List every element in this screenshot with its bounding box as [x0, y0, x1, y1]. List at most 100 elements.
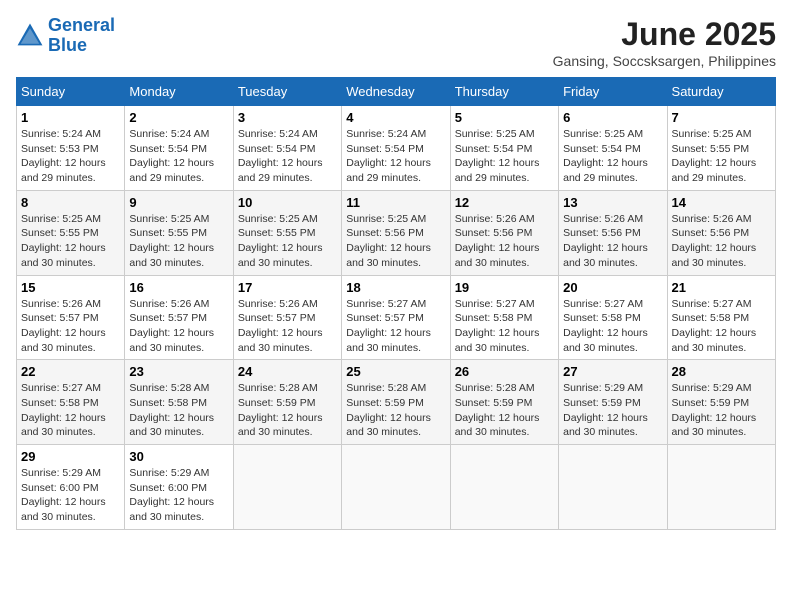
- day-info: Sunrise: 5:26 AM Sunset: 5:57 PM Dayligh…: [129, 297, 228, 356]
- day-info: Sunrise: 5:26 AM Sunset: 5:57 PM Dayligh…: [238, 297, 337, 356]
- calendar-day-19: 19Sunrise: 5:27 AM Sunset: 5:58 PM Dayli…: [450, 275, 558, 360]
- month-title: June 2025: [553, 16, 776, 53]
- day-info: Sunrise: 5:29 AM Sunset: 5:59 PM Dayligh…: [672, 381, 771, 440]
- day-info: Sunrise: 5:25 AM Sunset: 5:55 PM Dayligh…: [672, 127, 771, 186]
- day-number: 17: [238, 280, 337, 295]
- calendar-day-5: 5 Sunrise: 5:25 AM Sunset: 5:54 PM Daylig…: [450, 106, 558, 191]
- day-number: 5: [455, 110, 554, 125]
- day-number: 7: [672, 110, 771, 125]
- day-info: Sunrise: 5:26 AM Sunset: 5:57 PM Dayligh…: [21, 297, 120, 356]
- calendar-day-30: 30 Sunrise: 5:29 AM Sunset: 6:00 PM Dayli…: [125, 445, 233, 530]
- day-info: Sunrise: 5:25 AM Sunset: 5:54 PM Dayligh…: [455, 127, 554, 186]
- calendar-day-28: 28 Sunrise: 5:29 AM Sunset: 5:59 PM Dayli…: [667, 360, 775, 445]
- empty-cell: [233, 445, 341, 530]
- calendar-day-6: 6 Sunrise: 5:25 AM Sunset: 5:54 PM Daylig…: [559, 106, 667, 191]
- day-number: 27: [563, 364, 662, 379]
- day-number: 12: [455, 195, 554, 210]
- day-number: 6: [563, 110, 662, 125]
- calendar-day-24: 24 Sunrise: 5:28 AM Sunset: 5:59 PM Dayli…: [233, 360, 341, 445]
- column-header-tuesday: Tuesday: [233, 78, 341, 106]
- calendar-day-1: 1 Sunrise: 5:24 AM Sunset: 5:53 PM Daylig…: [17, 106, 125, 191]
- day-info: Sunrise: 5:24 AM Sunset: 5:53 PM Dayligh…: [21, 127, 120, 186]
- day-number: 28: [672, 364, 771, 379]
- day-number: 24: [238, 364, 337, 379]
- day-info: Sunrise: 5:26 AM Sunset: 5:56 PM Dayligh…: [455, 212, 554, 271]
- day-number: 18: [346, 280, 445, 295]
- logo-text: General Blue: [48, 16, 115, 56]
- day-info: Sunrise: 5:24 AM Sunset: 5:54 PM Dayligh…: [238, 127, 337, 186]
- calendar-table: SundayMondayTuesdayWednesdayThursdayFrid…: [16, 77, 776, 530]
- location: Gansing, Soccsksargen, Philippines: [553, 53, 776, 69]
- empty-cell: [559, 445, 667, 530]
- day-number: 3: [238, 110, 337, 125]
- day-info: Sunrise: 5:27 AM Sunset: 5:57 PM Dayligh…: [346, 297, 445, 356]
- calendar-day-26: 26Sunrise: 5:28 AM Sunset: 5:59 PM Dayli…: [450, 360, 558, 445]
- day-number: 13: [563, 195, 662, 210]
- day-info: Sunrise: 5:27 AM Sunset: 5:58 PM Dayligh…: [21, 381, 120, 440]
- column-header-wednesday: Wednesday: [342, 78, 450, 106]
- logo: General Blue: [16, 16, 115, 56]
- day-number: 11: [346, 195, 445, 210]
- calendar-day-9: 9 Sunrise: 5:25 AM Sunset: 5:55 PM Daylig…: [125, 190, 233, 275]
- calendar-day-12: 12 Sunrise: 5:26 AM Sunset: 5:56 PM Dayli…: [450, 190, 558, 275]
- day-number: 8: [21, 195, 120, 210]
- calendar-day-27: 27Sunrise: 5:29 AM Sunset: 5:59 PM Dayli…: [559, 360, 667, 445]
- calendar-week-5: 29 Sunrise: 5:29 AM Sunset: 6:00 PM Dayli…: [17, 445, 776, 530]
- day-number: 21: [672, 280, 771, 295]
- day-info: Sunrise: 5:24 AM Sunset: 5:54 PM Dayligh…: [129, 127, 228, 186]
- calendar-day-13: 13 Sunrise: 5:26 AM Sunset: 5:56 PM Dayli…: [559, 190, 667, 275]
- calendar-day-4: 4Sunrise: 5:24 AM Sunset: 5:54 PM Daylig…: [342, 106, 450, 191]
- day-number: 15: [21, 280, 120, 295]
- day-number: 14: [672, 195, 771, 210]
- calendar-day-2: 2 Sunrise: 5:24 AM Sunset: 5:54 PM Daylig…: [125, 106, 233, 191]
- day-number: 30: [129, 449, 228, 464]
- calendar-day-7: 7 Sunrise: 5:25 AM Sunset: 5:55 PM Daylig…: [667, 106, 775, 191]
- column-header-sunday: Sunday: [17, 78, 125, 106]
- day-info: Sunrise: 5:27 AM Sunset: 5:58 PM Dayligh…: [455, 297, 554, 356]
- day-number: 2: [129, 110, 228, 125]
- calendar-day-18: 18 Sunrise: 5:27 AM Sunset: 5:57 PM Dayli…: [342, 275, 450, 360]
- day-number: 16: [129, 280, 228, 295]
- calendar-day-11: 11Sunrise: 5:25 AM Sunset: 5:56 PM Dayli…: [342, 190, 450, 275]
- calendar-day-15: 15 Sunrise: 5:26 AM Sunset: 5:57 PM Dayli…: [17, 275, 125, 360]
- calendar-day-22: 22 Sunrise: 5:27 AM Sunset: 5:58 PM Dayli…: [17, 360, 125, 445]
- day-number: 22: [21, 364, 120, 379]
- logo-icon: [16, 22, 44, 50]
- page-header: General Blue June 2025 Gansing, Soccsksa…: [16, 16, 776, 69]
- day-info: Sunrise: 5:26 AM Sunset: 5:56 PM Dayligh…: [563, 212, 662, 271]
- day-number: 23: [129, 364, 228, 379]
- day-info: Sunrise: 5:25 AM Sunset: 5:54 PM Dayligh…: [563, 127, 662, 186]
- column-header-saturday: Saturday: [667, 78, 775, 106]
- calendar-day-16: 16 Sunrise: 5:26 AM Sunset: 5:57 PM Dayli…: [125, 275, 233, 360]
- day-info: Sunrise: 5:24 AM Sunset: 5:54 PM Dayligh…: [346, 127, 445, 186]
- column-header-monday: Monday: [125, 78, 233, 106]
- day-info: Sunrise: 5:25 AM Sunset: 5:55 PM Dayligh…: [21, 212, 120, 271]
- calendar-week-4: 22 Sunrise: 5:27 AM Sunset: 5:58 PM Dayli…: [17, 360, 776, 445]
- calendar-day-21: 21Sunrise: 5:27 AM Sunset: 5:58 PM Dayli…: [667, 275, 775, 360]
- day-info: Sunrise: 5:28 AM Sunset: 5:59 PM Dayligh…: [238, 381, 337, 440]
- calendar-day-17: 17 Sunrise: 5:26 AM Sunset: 5:57 PM Dayli…: [233, 275, 341, 360]
- day-number: 25: [346, 364, 445, 379]
- day-info: Sunrise: 5:26 AM Sunset: 5:56 PM Dayligh…: [672, 212, 771, 271]
- day-info: Sunrise: 5:28 AM Sunset: 5:59 PM Dayligh…: [455, 381, 554, 440]
- empty-cell: [342, 445, 450, 530]
- day-info: Sunrise: 5:29 AM Sunset: 6:00 PM Dayligh…: [129, 466, 228, 525]
- calendar-day-3: 3 Sunrise: 5:24 AM Sunset: 5:54 PM Daylig…: [233, 106, 341, 191]
- calendar-day-25: 25Sunrise: 5:28 AM Sunset: 5:59 PM Dayli…: [342, 360, 450, 445]
- day-number: 9: [129, 195, 228, 210]
- day-info: Sunrise: 5:27 AM Sunset: 5:58 PM Dayligh…: [563, 297, 662, 356]
- title-block: June 2025 Gansing, Soccsksargen, Philipp…: [553, 16, 776, 69]
- calendar-week-1: 1 Sunrise: 5:24 AM Sunset: 5:53 PM Daylig…: [17, 106, 776, 191]
- day-info: Sunrise: 5:25 AM Sunset: 5:55 PM Dayligh…: [129, 212, 228, 271]
- day-number: 29: [21, 449, 120, 464]
- calendar-day-20: 20 Sunrise: 5:27 AM Sunset: 5:58 PM Dayli…: [559, 275, 667, 360]
- empty-cell: [450, 445, 558, 530]
- day-number: 20: [563, 280, 662, 295]
- empty-cell: [667, 445, 775, 530]
- calendar-day-10: 10Sunrise: 5:25 AM Sunset: 5:55 PM Dayli…: [233, 190, 341, 275]
- calendar-day-14: 14 Sunrise: 5:26 AM Sunset: 5:56 PM Dayli…: [667, 190, 775, 275]
- day-number: 10: [238, 195, 337, 210]
- calendar-day-29: 29Sunrise: 5:29 AM Sunset: 6:00 PM Dayli…: [17, 445, 125, 530]
- day-number: 1: [21, 110, 120, 125]
- column-header-thursday: Thursday: [450, 78, 558, 106]
